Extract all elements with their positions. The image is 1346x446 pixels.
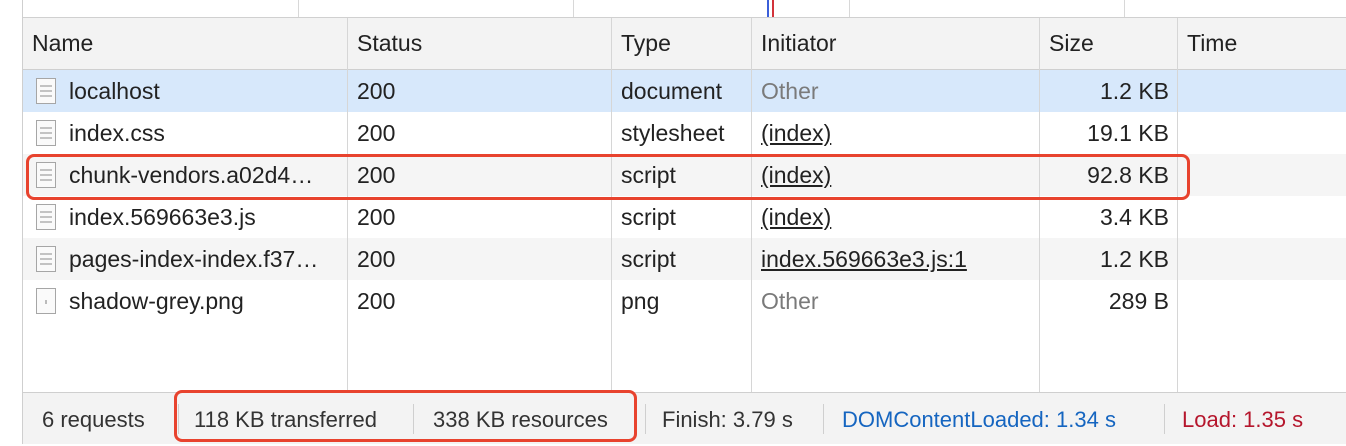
- request-size: 3.4 KB: [1099, 204, 1169, 230]
- request-initiator: Other: [761, 78, 819, 104]
- request-name: index.569663e3.js: [69, 204, 256, 230]
- load-time: Load: 1.35 s: [1182, 407, 1304, 432]
- table-row[interactable]: localhost 200 document Other 1.2 KB: [23, 70, 1346, 112]
- request-status: 200: [357, 246, 396, 272]
- timeline-overview[interactable]: [23, 0, 1346, 18]
- document-icon: [36, 246, 56, 272]
- dom-content-loaded-time: DOMContentLoaded: 1.34 s: [842, 407, 1116, 432]
- column-divider[interactable]: [1039, 18, 1040, 392]
- request-count: 6 requests: [42, 407, 145, 432]
- left-gutter: [0, 0, 22, 444]
- timeline-divider: [298, 0, 299, 17]
- request-initiator-link[interactable]: (index): [761, 112, 1037, 154]
- request-type: document: [621, 78, 723, 104]
- request-name: pages-index-index.f37…: [69, 246, 319, 272]
- dom-content-loaded-marker: [767, 0, 769, 17]
- request-initiator-link[interactable]: (index): [761, 196, 1037, 238]
- highlight-box-transfer-stats: [174, 390, 637, 442]
- timeline-divider: [1124, 0, 1125, 17]
- document-icon: [36, 204, 56, 230]
- request-initiator: Other: [761, 288, 819, 314]
- request-status: 200: [357, 78, 396, 104]
- table-header: Name Status Type Initiator Size Time: [23, 18, 1346, 70]
- request-type: script: [621, 246, 676, 272]
- request-name: localhost: [69, 78, 160, 104]
- request-status: 200: [357, 288, 396, 314]
- request-status: 200: [357, 120, 396, 146]
- status-divider: [1164, 404, 1165, 434]
- load-marker: [772, 0, 774, 17]
- requests-table: Name Status Type Initiator Size Time loc…: [23, 18, 1346, 392]
- request-size: 19.1 KB: [1087, 120, 1169, 146]
- column-header-status[interactable]: Status: [357, 18, 422, 69]
- column-divider[interactable]: [751, 18, 752, 392]
- table-row[interactable]: shadow-grey.png 200 png Other 289 B: [23, 280, 1346, 322]
- request-type: png: [621, 288, 660, 314]
- document-icon: [36, 78, 56, 104]
- highlight-box-chunk-vendors-row: [26, 154, 1190, 200]
- status-divider: [645, 404, 646, 434]
- network-panel: Name Status Type Initiator Size Time loc…: [22, 0, 1346, 444]
- table-row[interactable]: index.css 200 stylesheet (index) 19.1 KB: [23, 112, 1346, 154]
- column-header-size[interactable]: Size: [1049, 18, 1094, 69]
- finish-time: Finish: 3.79 s: [662, 407, 793, 432]
- request-type: script: [621, 204, 676, 230]
- timeline-divider: [849, 0, 850, 17]
- column-header-initiator[interactable]: Initiator: [761, 18, 836, 69]
- request-size: 289 B: [1108, 288, 1169, 314]
- column-header-type[interactable]: Type: [621, 18, 671, 69]
- request-name: shadow-grey.png: [69, 288, 244, 314]
- request-type: stylesheet: [621, 120, 725, 146]
- column-header-name[interactable]: Name: [32, 18, 93, 69]
- column-divider[interactable]: [347, 18, 348, 392]
- request-name: index.css: [69, 120, 165, 146]
- column-header-time[interactable]: Time: [1187, 18, 1237, 69]
- table-row[interactable]: pages-index-index.f37… 200 script index.…: [23, 238, 1346, 280]
- timeline-divider: [573, 0, 574, 17]
- request-size: 1.2 KB: [1099, 246, 1169, 272]
- request-status: 200: [357, 204, 396, 230]
- column-divider[interactable]: [1177, 18, 1178, 392]
- status-divider: [823, 404, 824, 434]
- table-row[interactable]: index.569663e3.js 200 script (index) 3.4…: [23, 196, 1346, 238]
- column-divider[interactable]: [611, 18, 612, 392]
- image-file-icon: [36, 288, 56, 314]
- document-icon: [36, 120, 56, 146]
- request-initiator-link[interactable]: index.569663e3.js:1: [761, 238, 1037, 280]
- request-size: 1.2 KB: [1099, 78, 1169, 104]
